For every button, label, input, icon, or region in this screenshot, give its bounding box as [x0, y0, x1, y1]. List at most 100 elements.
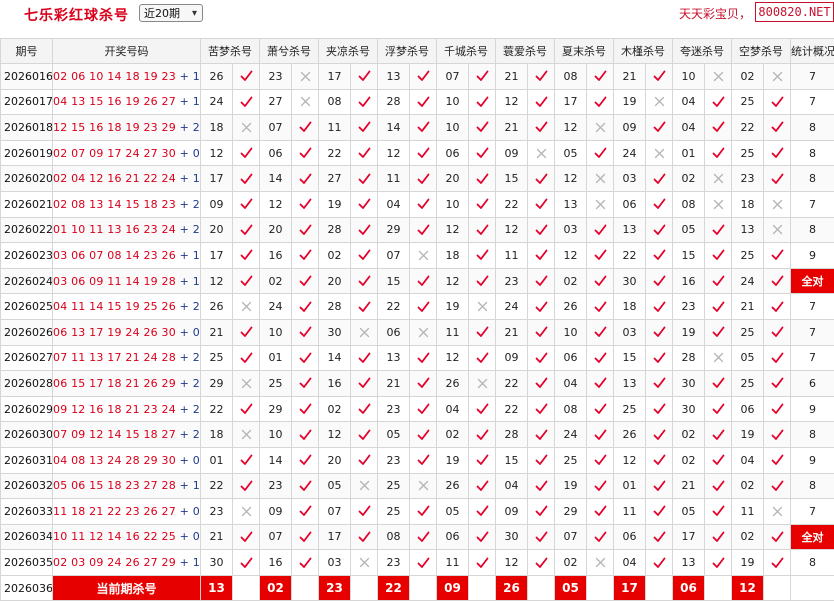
check-icon — [476, 480, 489, 492]
prediction-number: 18 — [201, 422, 233, 448]
table-row: 202603205 06 15 18 23 27 28 + 1922230525… — [1, 473, 834, 499]
prediction-number: 12 — [201, 140, 233, 166]
prediction-number: 07 — [378, 243, 410, 269]
draw-numbers-cell: 04 13 15 16 19 26 27 + 18 — [53, 89, 201, 115]
hit-mark — [528, 166, 555, 192]
col-header-jialiang: 夹凉杀号 — [319, 39, 378, 64]
prediction-number: 07 — [555, 524, 587, 550]
hit-mark — [469, 396, 496, 422]
miss-mark — [587, 550, 614, 576]
prediction-number: 25 — [732, 371, 764, 397]
prediction-number: 02 — [673, 422, 705, 448]
prediction-number: 03 — [614, 166, 646, 192]
plus-sign: + — [180, 249, 189, 262]
special-number: 09 — [193, 454, 201, 467]
prediction-number: 23 — [732, 166, 764, 192]
range-select[interactable]: 近20期 ▾ — [139, 4, 203, 22]
prediction-number: 22 — [378, 294, 410, 320]
table-row: 202601902 07 09 17 24 27 30 + 0812062212… — [1, 140, 834, 166]
main-numbers: 01 10 11 13 16 23 24 — [53, 223, 176, 236]
empty-cell — [705, 575, 732, 601]
prediction-number: 16 — [260, 243, 292, 269]
hit-mark — [646, 268, 673, 294]
hit-mark — [351, 422, 378, 448]
page-title: 七乐彩红球杀号 — [24, 5, 129, 25]
hit-mark — [292, 294, 319, 320]
cross-icon — [418, 327, 429, 338]
prediction-number: 10 — [437, 89, 469, 115]
site-badge[interactable]: 800820.NET — [755, 2, 834, 22]
prediction-number: 04 — [614, 550, 646, 576]
prediction-number: 12 — [437, 268, 469, 294]
current-period-row: 2026036当前期杀号13022322092605170612 — [1, 575, 834, 601]
check-icon — [358, 121, 371, 133]
prediction-number: 02 — [319, 243, 351, 269]
hit-mark — [528, 268, 555, 294]
check-icon — [653, 377, 666, 389]
check-icon — [417, 121, 430, 133]
check-icon — [417, 377, 430, 389]
hit-mark — [469, 268, 496, 294]
special-number: 28 — [193, 428, 201, 441]
hit-mark — [292, 345, 319, 371]
check-icon — [417, 531, 430, 543]
draw-numbers-cell: 07 11 13 17 21 24 28 + 25 — [53, 345, 201, 371]
prediction-number: 01 — [260, 345, 292, 371]
hit-mark — [764, 524, 791, 550]
prediction-number: 06 — [732, 396, 764, 422]
check-icon — [535, 121, 548, 133]
cross-icon — [477, 301, 488, 312]
check-icon — [358, 454, 371, 466]
current-kill-label: 当前期杀号 — [53, 575, 201, 601]
check-icon — [653, 70, 666, 82]
prediction-number: 12 — [437, 217, 469, 243]
check-icon — [535, 249, 548, 261]
prediction-number: 19 — [673, 319, 705, 345]
period-cell: 2026018 — [1, 115, 53, 141]
prediction-number: 30 — [319, 319, 351, 345]
hit-mark — [764, 345, 791, 371]
current-kill-number: 17 — [614, 575, 646, 601]
check-icon — [712, 224, 725, 236]
prediction-number: 15 — [673, 243, 705, 269]
prediction-number: 12 — [555, 243, 587, 269]
prediction-number: 28 — [496, 422, 528, 448]
hit-mark — [469, 166, 496, 192]
cross-icon — [536, 148, 547, 159]
main-numbers: 10 11 12 14 16 22 25 — [53, 530, 176, 543]
empty-cell — [469, 575, 496, 601]
plus-sign: + — [180, 505, 189, 518]
hit-mark — [233, 140, 260, 166]
miss-mark — [410, 243, 437, 269]
check-icon — [535, 557, 548, 569]
miss-mark — [764, 191, 791, 217]
cross-icon — [300, 96, 311, 107]
prediction-number: 13 — [555, 191, 587, 217]
main-numbers: 06 15 17 18 21 26 29 — [53, 377, 176, 390]
main-numbers: 09 12 16 18 21 23 24 — [53, 403, 176, 416]
stat-cell: 8 — [791, 422, 834, 448]
plus-sign: + — [180, 377, 189, 390]
check-icon — [299, 557, 312, 569]
prediction-number: 21 — [673, 473, 705, 499]
miss-mark — [587, 166, 614, 192]
check-icon — [240, 557, 253, 569]
main-numbers: 02 07 09 17 24 27 30 — [53, 147, 176, 160]
hit-mark — [233, 473, 260, 499]
hit-mark — [410, 345, 437, 371]
prediction-number: 15 — [496, 447, 528, 473]
hit-mark — [469, 115, 496, 141]
hit-mark — [587, 268, 614, 294]
prediction-number: 13 — [673, 550, 705, 576]
draw-numbers-cell: 02 04 12 16 21 22 24 + 11 — [53, 166, 201, 192]
check-icon — [771, 173, 784, 185]
prediction-number: 04 — [378, 191, 410, 217]
prediction-number: 02 — [673, 447, 705, 473]
current-kill-number: 09 — [437, 575, 469, 601]
prediction-number: 12 — [437, 345, 469, 371]
prediction-number: 13 — [378, 64, 410, 90]
prediction-number: 21 — [496, 319, 528, 345]
prediction-number: 22 — [496, 371, 528, 397]
hit-mark — [587, 524, 614, 550]
hit-mark — [646, 345, 673, 371]
